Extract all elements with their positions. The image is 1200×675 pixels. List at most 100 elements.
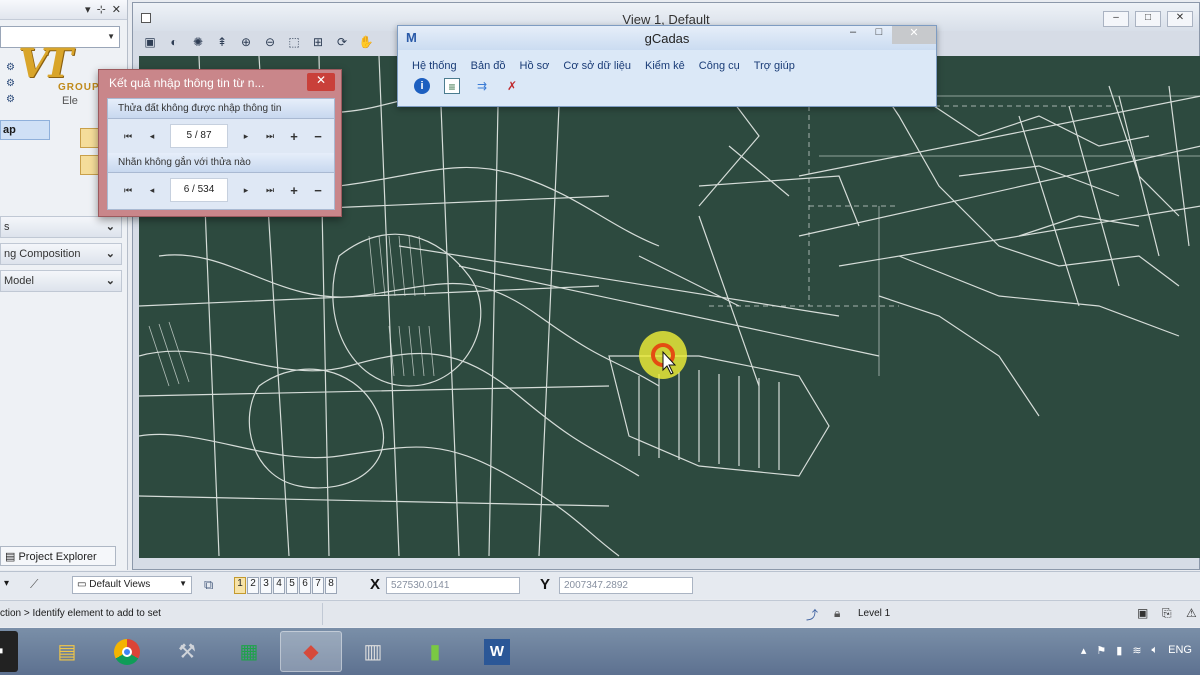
panel-header[interactable]: s ⌄ bbox=[0, 216, 122, 238]
y-coordinate-field[interactable]: 2007347.2892 bbox=[559, 577, 693, 594]
label-navigator: ⏮ ◂ 6 / 534 ▸ ⏭ + − bbox=[108, 173, 334, 207]
hand-pan-icon[interactable]: ✋ bbox=[357, 35, 375, 53]
menu-he-thong[interactable]: Hệ thống bbox=[412, 60, 457, 72]
tools-icon[interactable]: ✗ bbox=[504, 78, 520, 94]
display-style-icon[interactable]: ◐ bbox=[165, 35, 183, 53]
save-icon[interactable]: ▣ bbox=[1137, 606, 1148, 620]
last-button[interactable]: ⏭ bbox=[258, 185, 282, 196]
chevron-down-icon: ⌄ bbox=[105, 221, 115, 233]
prev-button[interactable]: ◂ bbox=[140, 185, 164, 196]
selected-tree-item[interactable]: ap bbox=[0, 120, 50, 140]
x-coordinate-field[interactable]: 527530.0141 bbox=[386, 577, 520, 594]
close-button[interactable]: ✕ bbox=[892, 26, 936, 44]
add-button[interactable]: + bbox=[282, 183, 306, 198]
menu-ho-so[interactable]: Hồ sơ bbox=[520, 60, 550, 72]
menu-kiem-ke[interactable]: Kiểm kê bbox=[645, 60, 685, 72]
panel-header[interactable]: ng Composition ⌄ bbox=[0, 243, 122, 265]
gcadas-title: gCadas bbox=[644, 31, 690, 46]
close-button[interactable]: ✕ bbox=[307, 73, 335, 91]
lighting-icon[interactable]: ✺ bbox=[189, 35, 207, 53]
dropdown-icon[interactable]: ▾ bbox=[4, 578, 9, 589]
chevron-down-icon: ⌄ bbox=[105, 275, 115, 287]
info-icon[interactable]: i bbox=[414, 78, 430, 94]
view-button-8[interactable]: 8 bbox=[325, 577, 337, 594]
dropdown-icon[interactable]: ▾ bbox=[85, 3, 91, 16]
view-button-4[interactable]: 4 bbox=[273, 577, 285, 594]
default-views-select[interactable]: ▭ Default Views ▼ bbox=[72, 576, 192, 594]
active-level[interactable]: Level 1 bbox=[858, 608, 890, 619]
fit-view-icon[interactable]: ⊞ bbox=[309, 35, 327, 53]
last-button[interactable]: ⏭ bbox=[258, 131, 282, 142]
orphan-labels-label: Nhãn không gắn với thửa nào bbox=[108, 153, 334, 173]
network-icon[interactable]: ▮ bbox=[1116, 644, 1122, 657]
status-spacer bbox=[322, 603, 796, 625]
parcel-navigator: ⏮ ◂ 5 / 87 ▸ ⏭ + − bbox=[108, 119, 334, 153]
view-button-5[interactable]: 5 bbox=[286, 577, 298, 594]
view-button-1[interactable]: 1 bbox=[234, 577, 246, 594]
warning-icon[interactable]: ⚠ bbox=[1186, 606, 1197, 620]
file-explorer-icon[interactable]: ▤ bbox=[36, 631, 98, 672]
view-button-3[interactable]: 3 bbox=[260, 577, 272, 594]
flag-icon[interactable]: ⚑ bbox=[1096, 644, 1106, 657]
snap-icon[interactable]: ⤴ bbox=[806, 606, 818, 623]
minimize-button[interactable]: – bbox=[840, 26, 866, 44]
language-indicator[interactable]: ENG bbox=[1168, 644, 1192, 657]
prev-button[interactable]: ◂ bbox=[140, 131, 164, 142]
next-button[interactable]: ▸ bbox=[234, 131, 258, 142]
microstation-icon[interactable]: ◆ bbox=[280, 631, 342, 672]
rotate-icon[interactable]: ⟳ bbox=[333, 35, 351, 53]
close-button[interactable]: ✕ bbox=[1167, 11, 1193, 27]
chrome-icon[interactable] bbox=[96, 631, 158, 672]
close-icon[interactable]: ✕ bbox=[112, 3, 121, 16]
document-icon[interactable]: ⎘ bbox=[1162, 606, 1172, 621]
archive-icon[interactable]: ▥ bbox=[342, 631, 404, 672]
accudraw-icon[interactable]: ⟋ bbox=[30, 577, 38, 592]
view-button-7[interactable]: 7 bbox=[312, 577, 324, 594]
window-area-icon[interactable]: ⬚ bbox=[285, 35, 303, 53]
zoom-out-icon[interactable]: ⊖ bbox=[261, 35, 279, 53]
tool-icon[interactable] bbox=[80, 128, 100, 148]
store-icon[interactable]: ▦ bbox=[218, 631, 280, 672]
chevron-up-icon[interactable]: ▴ bbox=[1081, 644, 1087, 657]
tree-node-icon[interactable]: ⚙ bbox=[6, 78, 15, 89]
next-button[interactable]: ▸ bbox=[234, 185, 258, 196]
view-button-2[interactable]: 2 bbox=[247, 577, 259, 594]
view-button-6[interactable]: 6 bbox=[299, 577, 311, 594]
zoom-in-icon[interactable]: ⊕ bbox=[237, 35, 255, 53]
maximize-button[interactable]: □ bbox=[866, 26, 892, 44]
unassigned-parcels-label: Thửa đất không được nhập thông tin bbox=[108, 99, 334, 119]
label-counter: 6 / 534 bbox=[170, 178, 228, 202]
menu-tro-giup[interactable]: Trợ giúp bbox=[754, 60, 795, 72]
wifi-icon[interactable]: ≋ bbox=[1132, 644, 1141, 657]
remove-button[interactable]: − bbox=[306, 129, 330, 144]
panel-header[interactable]: Model ⌄ bbox=[0, 270, 122, 292]
lock-icon[interactable]: 🔒︎ bbox=[834, 606, 840, 621]
terminal-icon[interactable]: ▪ bbox=[0, 631, 18, 672]
minimize-button[interactable]: – bbox=[1103, 11, 1129, 27]
pan-icon[interactable]: ⇞ bbox=[213, 35, 231, 53]
maximize-button[interactable]: □ bbox=[1135, 11, 1161, 27]
first-button[interactable]: ⏮ bbox=[116, 185, 140, 196]
form-icon[interactable]: ≡ bbox=[444, 78, 460, 94]
menu-cong-cu[interactable]: Công cụ bbox=[699, 60, 740, 72]
camera-icon[interactable]: ▮ bbox=[404, 631, 466, 672]
tool-icon[interactable] bbox=[80, 155, 100, 175]
project-explorer-tab[interactable]: ▤ Project Explorer bbox=[0, 546, 116, 566]
pin-icon[interactable]: ⊹ bbox=[97, 3, 106, 16]
word-icon[interactable]: W bbox=[466, 631, 528, 672]
remove-button[interactable]: − bbox=[306, 183, 330, 198]
menu-co-so-du-lieu[interactable]: Cơ sở dữ liệu bbox=[563, 60, 631, 72]
menu-ban-do[interactable]: Bản đồ bbox=[471, 60, 506, 72]
view-groups-icon[interactable]: ⧉ bbox=[204, 577, 213, 593]
link-icon[interactable]: ⇉ bbox=[474, 78, 490, 94]
tree-node-icon[interactable]: ⚙ bbox=[6, 62, 15, 73]
tools-icon[interactable]: ⚒ bbox=[156, 631, 218, 672]
speaker-icon[interactable]: 🔈︎ bbox=[1152, 644, 1159, 657]
window-controls: – □ ✕ bbox=[840, 26, 936, 44]
view-attributes-icon[interactable]: ▣ bbox=[141, 35, 159, 53]
window-menu-icon[interactable] bbox=[141, 13, 151, 23]
add-button[interactable]: + bbox=[282, 129, 306, 144]
tree-node-icon[interactable]: ⚙ bbox=[6, 94, 15, 105]
first-button[interactable]: ⏮ bbox=[116, 131, 140, 142]
y-label: Y bbox=[540, 576, 551, 593]
